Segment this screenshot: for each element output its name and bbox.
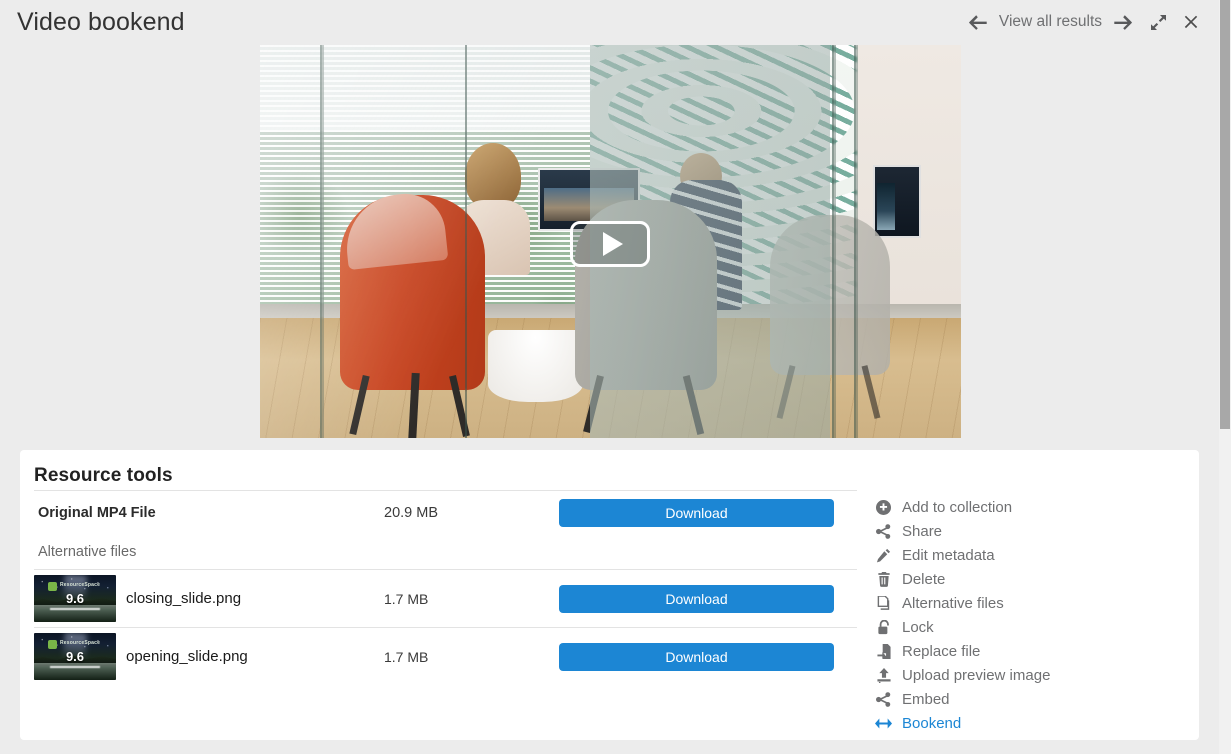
tool-label: Embed <box>902 690 950 708</box>
tool-bookend[interactable]: Bookend <box>875 711 1175 735</box>
thumb-version-text: 9.6 <box>65 649 85 664</box>
tool-label: Bookend <box>902 714 962 732</box>
tool-lock[interactable]: Lock <box>875 615 1175 639</box>
resource-tools-panel: Resource tools Original MP4 File 20.9 MB… <box>20 450 1199 740</box>
tool-label: Replace file <box>902 642 981 660</box>
alt-file-0-size: 1.7 MB <box>384 590 429 607</box>
tool-replace-file[interactable]: Replace file <box>875 639 1175 663</box>
resourcespace-logo-icon <box>48 582 57 591</box>
file-import-icon <box>875 643 892 659</box>
tool-delete[interactable]: Delete <box>875 567 1175 591</box>
thumbnail-icon[interactable]: ResourceSpace 9.6 <box>34 575 116 622</box>
close-icon[interactable] <box>1176 9 1206 35</box>
alternative-files-label: Alternative files <box>38 544 137 560</box>
arrows-h-icon <box>875 717 892 730</box>
thumb-logo-text: ResourceSpace <box>60 582 101 588</box>
expand-icon[interactable] <box>1140 9 1176 35</box>
download-button-original[interactable]: Download <box>559 499 834 527</box>
table-row: ResourceSpace 9.6 closing_slide.png 1.7 … <box>34 570 857 627</box>
scrollbar-thumb[interactable] <box>1220 0 1230 429</box>
tool-label: Alternative files <box>902 594 1004 612</box>
arrow-left-icon[interactable] <box>961 9 995 35</box>
play-icon[interactable] <box>570 221 650 267</box>
vertical-scrollbar[interactable] <box>1219 0 1231 754</box>
pencil-icon <box>875 548 892 563</box>
plus-circle-icon <box>875 499 892 515</box>
header-actions: View all results <box>961 9 1206 35</box>
tool-label: Edit metadata <box>902 546 995 564</box>
page-title: Video bookend <box>17 7 185 36</box>
share-icon <box>875 691 892 707</box>
upload-icon <box>875 667 892 683</box>
download-button-alt-0[interactable]: Download <box>559 584 834 613</box>
alt-file-0-name-cell: ResourceSpace 9.6 closing_slide.png <box>34 575 384 622</box>
files-list: Original MP4 File 20.9 MB Download Alter… <box>34 490 857 685</box>
thumbnail-icon[interactable]: ResourceSpace 9.6 <box>34 633 116 680</box>
tool-upload-preview-image[interactable]: Upload preview image <box>875 663 1175 687</box>
view-all-results-link[interactable]: View all results <box>995 13 1106 31</box>
alt-file-1-name: opening_slide.png <box>126 648 248 665</box>
tool-alternative-files[interactable]: Alternative files <box>875 591 1175 615</box>
copy-icon <box>875 595 892 611</box>
alt-file-1-size: 1.7 MB <box>384 648 429 665</box>
alt-file-0-name: closing_slide.png <box>126 590 242 607</box>
original-file-row: Original MP4 File 20.9 MB Download <box>34 491 857 535</box>
original-file-size: 20.9 MB <box>384 505 438 521</box>
thumb-version-text: 9.6 <box>65 591 85 606</box>
modal-header: Video bookend View all results <box>0 0 1219 44</box>
tool-label: Share <box>902 522 943 540</box>
trash-icon <box>875 571 892 587</box>
tool-label: Delete <box>902 570 946 588</box>
table-row: ResourceSpace 9.6 opening_slide.png 1.7 … <box>34 628 857 685</box>
tool-edit-metadata[interactable]: Edit metadata <box>875 543 1175 567</box>
unlock-icon <box>875 619 892 635</box>
video-preview[interactable] <box>260 45 961 438</box>
resourcespace-logo-icon <box>48 640 57 649</box>
share-icon <box>875 523 892 539</box>
tool-label: Upload preview image <box>902 666 1051 684</box>
alt-file-1-name-cell: ResourceSpace 9.6 opening_slide.png <box>34 633 384 680</box>
tool-label: Lock <box>902 618 934 636</box>
tool-add-to-collection[interactable]: Add to collection <box>875 495 1175 519</box>
resource-tools-menu: Add to collection Share Edit metadata De… <box>875 495 1175 735</box>
tool-label: Add to collection <box>902 498 1013 516</box>
panel-title: Resource tools <box>34 465 173 486</box>
thumb-logo-text: ResourceSpace <box>60 640 101 646</box>
tool-share[interactable]: Share <box>875 519 1175 543</box>
original-file-name: Original MP4 File <box>38 505 156 521</box>
arrow-right-icon[interactable] <box>1106 9 1140 35</box>
tool-embed[interactable]: Embed <box>875 687 1175 711</box>
download-button-alt-1[interactable]: Download <box>559 642 834 671</box>
